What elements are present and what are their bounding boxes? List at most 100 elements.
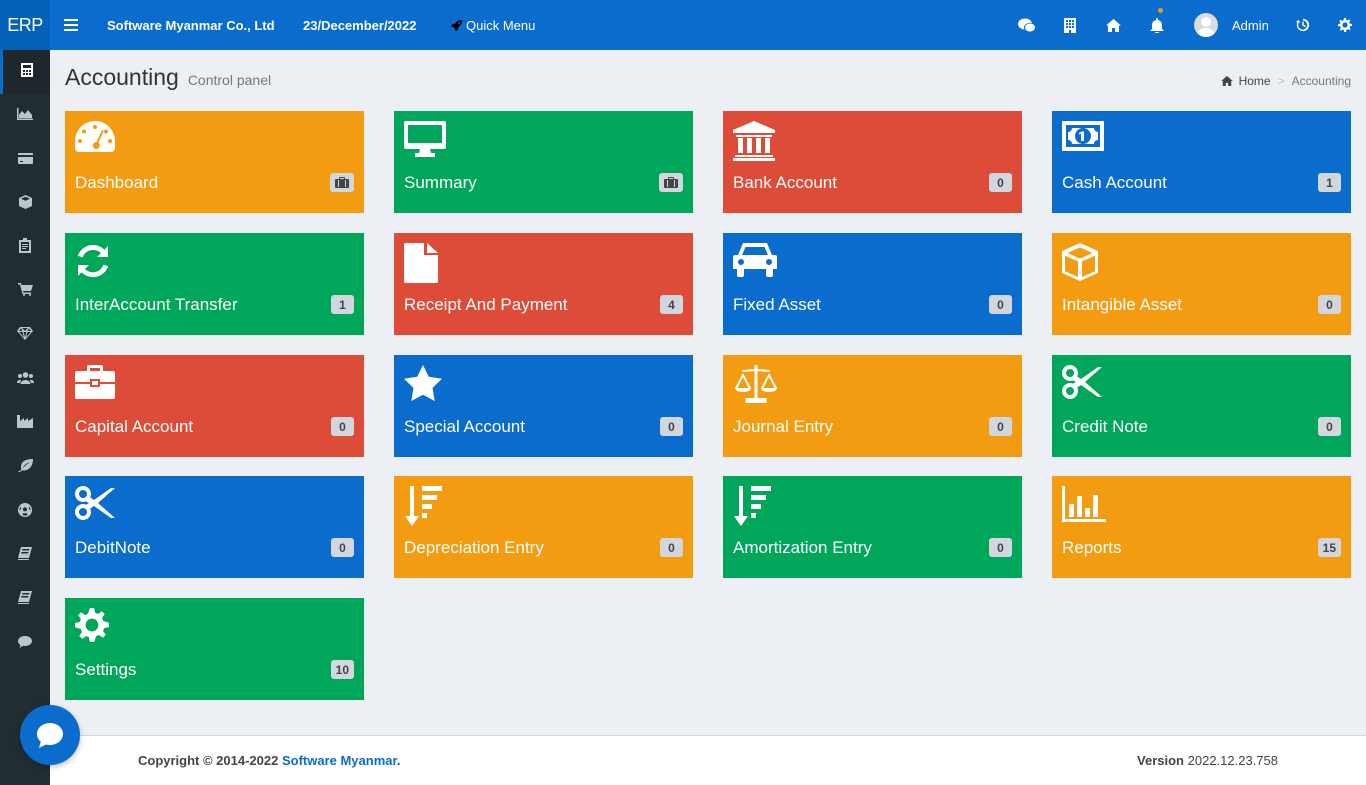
tile-badge: 0	[331, 538, 354, 557]
home-icon[interactable]	[1098, 0, 1128, 50]
tile-depreciation-entry[interactable]: Depreciation Entry 0	[394, 476, 693, 578]
tile-debit-note[interactable]: DebitNote 0	[65, 476, 364, 578]
breadcrumb-current: Accounting	[1291, 74, 1351, 88]
copyright-period: .	[396, 753, 401, 768]
breadcrumb-home[interactable]: Home	[1239, 74, 1271, 88]
sidebar-item-books[interactable]	[0, 534, 50, 578]
tile-label: Fixed Asset	[733, 295, 821, 314]
sidebar-item-sales[interactable]	[0, 270, 50, 314]
tile-label: Depreciation Entry	[404, 538, 544, 557]
sort-amount-desc-icon	[733, 486, 777, 526]
chat-widget-button[interactable]	[20, 705, 80, 765]
sidebar-item-clipboard[interactable]	[0, 226, 50, 270]
tile-badge: 0	[331, 417, 354, 436]
tile-settings[interactable]: Settings 10	[65, 598, 364, 700]
tile-label: Cash Account	[1062, 173, 1167, 192]
car-icon	[733, 243, 777, 283]
gear-icon	[75, 608, 119, 648]
tile-badge: 1	[1318, 173, 1341, 192]
dashboard-icon	[75, 121, 119, 161]
tile-interaccount-transfer[interactable]: InterAccount Transfer 1	[65, 233, 364, 335]
balance-scale-icon	[733, 365, 777, 405]
tile-receipt-and-payment[interactable]: Receipt And Payment 4	[394, 233, 693, 335]
tile-capital-account[interactable]: Capital Account 0	[65, 355, 364, 457]
tile-badge: 10	[330, 660, 354, 679]
futbol-icon	[18, 502, 32, 522]
tile-badge: 15	[1317, 538, 1341, 557]
tile-badge: 0	[660, 538, 683, 557]
building-icon[interactable]	[1055, 0, 1085, 50]
tile-journal-entry[interactable]: Journal Entry 0	[723, 355, 1022, 457]
sort-amount-desc-icon	[404, 486, 448, 526]
version-label: Version	[1137, 753, 1184, 768]
tile-credit-note[interactable]: Credit Note 0	[1052, 355, 1351, 457]
sidebar-item-accounting[interactable]	[0, 50, 50, 94]
gear-icon[interactable]	[1330, 0, 1360, 50]
tile-intangible-asset[interactable]: Intangible Asset 0	[1052, 233, 1351, 335]
tile-badge: 0	[989, 417, 1012, 436]
sidebar-item-agriculture[interactable]	[0, 446, 50, 490]
tile-label: Bank Account	[733, 173, 837, 192]
footer: Copyright © 2014-2022 Software Myanmar. …	[50, 735, 1366, 785]
tile-label: Journal Entry	[733, 417, 834, 436]
user-menu[interactable]: Admin	[1194, 0, 1269, 50]
tile-badge	[659, 173, 683, 192]
credit-card-icon	[17, 151, 33, 169]
cube-icon	[1062, 243, 1106, 283]
sidebar-item-sports[interactable]	[0, 490, 50, 534]
refresh-icon	[75, 243, 119, 283]
sidebar-item-inventory[interactable]	[0, 182, 50, 226]
tile-cash-account[interactable]: Cash Account 1	[1052, 111, 1351, 213]
tile-reports[interactable]: Reports 15	[1052, 476, 1351, 578]
sidebar-item-library[interactable]	[0, 578, 50, 622]
breadcrumb: Home > Accounting	[1220, 74, 1351, 88]
version: Version 2022.12.23.758	[1137, 753, 1278, 768]
tile-bank-account[interactable]: Bank Account 0	[723, 111, 1022, 213]
tile-label: Reports	[1062, 538, 1122, 557]
tile-badge: 0	[1318, 417, 1341, 436]
copyright-text: Copyright © 2014-2022	[138, 753, 282, 768]
sidebar-item-production[interactable]	[0, 402, 50, 446]
wechat-icon[interactable]	[1012, 0, 1042, 50]
tile-fixed-asset[interactable]: Fixed Asset 0	[723, 233, 1022, 335]
tile-label: DebitNote	[75, 538, 151, 557]
notification-dot	[1158, 8, 1163, 13]
quick-menu-label: Quick Menu	[466, 17, 536, 33]
bell-icon[interactable]	[1142, 0, 1172, 50]
book-icon	[18, 547, 32, 565]
company-link[interactable]: Software Myanmar	[282, 753, 397, 768]
bank-icon	[733, 121, 777, 161]
tile-special-account[interactable]: Special Account 0	[394, 355, 693, 457]
home-icon	[1220, 76, 1233, 86]
tile-label: Credit Note	[1062, 417, 1148, 436]
sidebar-item-payments[interactable]	[0, 138, 50, 182]
logo[interactable]: ERP	[0, 0, 50, 50]
file-icon	[404, 243, 448, 283]
content-header: Accounting Control panel	[65, 64, 271, 91]
sidebar-item-charts[interactable]	[0, 94, 50, 138]
tile-dashboard[interactable]: Dashboard	[65, 111, 364, 213]
scissors-icon	[74, 485, 119, 526]
area-chart-icon	[17, 107, 33, 125]
money-icon	[1062, 121, 1106, 161]
sidebar-item-hr[interactable]	[0, 358, 50, 402]
avatar	[1194, 13, 1218, 37]
tile-label: Amortization Entry	[733, 538, 872, 557]
comment-icon	[18, 635, 32, 653]
tile-summary[interactable]: Summary	[394, 111, 693, 213]
tile-label: Settings	[75, 660, 137, 679]
tile-badge: 0	[989, 538, 1012, 557]
cube-icon	[18, 194, 32, 214]
history-icon[interactable]	[1288, 0, 1318, 50]
tile-badge	[330, 173, 354, 192]
sidebar-item-premium[interactable]	[0, 314, 50, 358]
tile-label: Summary	[404, 173, 477, 192]
quick-menu-link[interactable]: Quick Menu	[450, 0, 535, 50]
tile-badge: 1	[331, 295, 354, 314]
copyright: Copyright © 2014-2022 Software Myanmar.	[138, 753, 400, 768]
menu-icon[interactable]	[56, 0, 86, 50]
page-title: Accounting	[65, 64, 179, 90]
sidebar-item-messages[interactable]	[0, 622, 50, 666]
tile-amortization-entry[interactable]: Amortization Entry 0	[723, 476, 1022, 578]
tile-badge: 0	[989, 295, 1012, 314]
